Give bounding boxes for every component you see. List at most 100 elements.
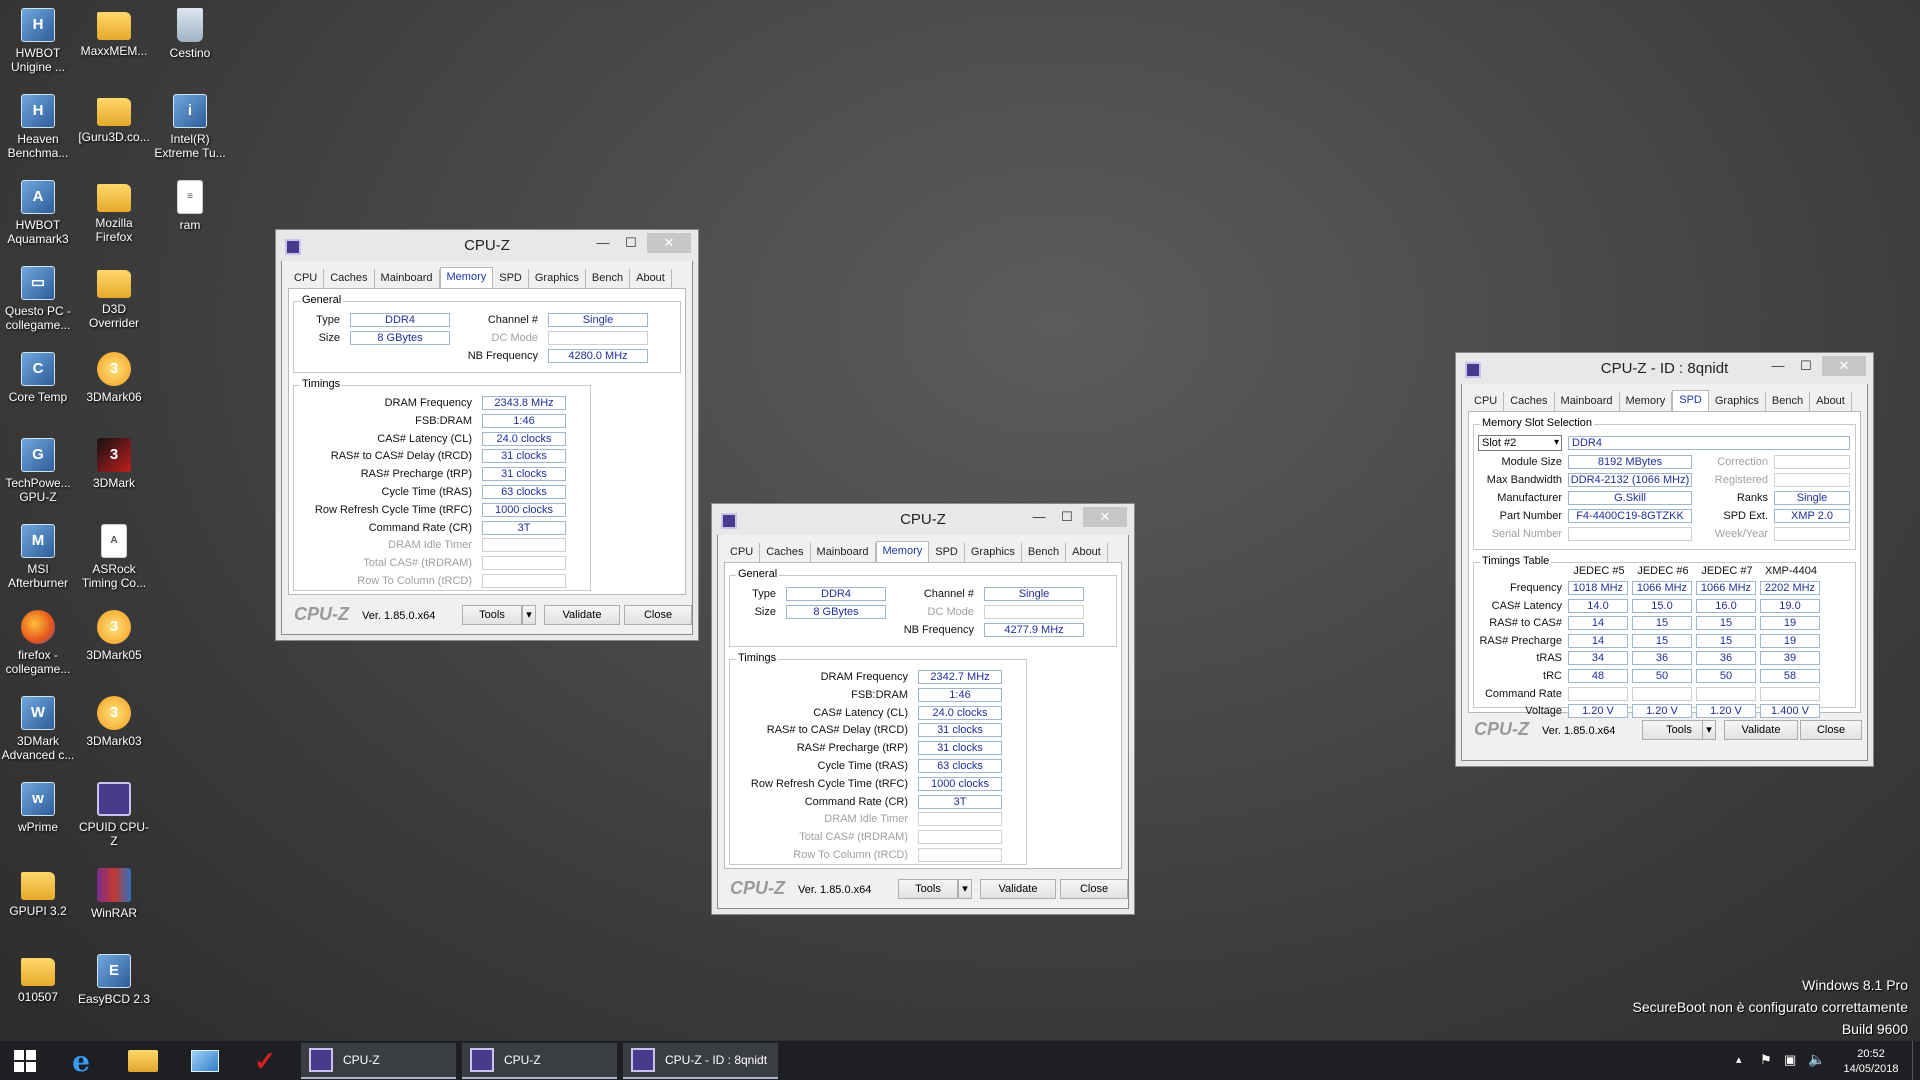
internet-explorer-icon[interactable]: e bbox=[56, 1041, 106, 1080]
desktop-icon[interactable]: firefox - collegame... bbox=[0, 604, 76, 688]
desktop-icon[interactable]: 3 3DMark03 bbox=[76, 690, 152, 774]
title-bar[interactable]: CPU-Z — ☐ ✕ bbox=[713, 505, 1133, 535]
task-cpuz-1[interactable]: CPU-Z bbox=[301, 1043, 456, 1079]
desktop-icon[interactable]: ≡ ram bbox=[152, 174, 228, 258]
slot-select[interactable]: Slot #2 bbox=[1478, 435, 1562, 451]
task-cpuz-2[interactable]: CPU-Z bbox=[462, 1043, 617, 1079]
validate-button[interactable]: Validate bbox=[544, 605, 620, 625]
close-button[interactable]: Close bbox=[624, 605, 692, 625]
desktop-icon[interactable]: 010507 bbox=[0, 948, 76, 1032]
desktop-icon[interactable]: Mozilla Firefox bbox=[76, 174, 152, 258]
tab-mainboard[interactable]: Mainboard bbox=[375, 269, 440, 289]
desktop-icon-label: MSI Afterburner bbox=[7, 562, 69, 590]
tools-dropdown-arrow[interactable]: ▾ bbox=[522, 605, 536, 625]
tab-cpu[interactable]: CPU bbox=[724, 543, 761, 563]
3dmark-taskbar-icon[interactable]: ✓ bbox=[240, 1041, 290, 1080]
desktop-icon[interactable]: w wPrime bbox=[0, 776, 76, 860]
tab-about[interactable]: About bbox=[630, 269, 672, 289]
desktop-icon[interactable]: GPUPI 3.2 bbox=[0, 862, 76, 946]
desktop-icon[interactable]: 3 3DMark bbox=[76, 432, 152, 516]
tools-button[interactable]: Tools bbox=[462, 605, 522, 625]
maximize-button[interactable]: ☐ bbox=[1792, 356, 1820, 376]
timing-label: RAS# Precharge (tRP) bbox=[796, 742, 908, 755]
type-label: Type bbox=[316, 314, 340, 326]
cpuz-window-memory-1[interactable]: CPU-Z — ☐ ✕ CPU Caches Mainboard Memory SPD G… bbox=[277, 231, 697, 635]
title-bar[interactable]: CPU-Z — ☐ ✕ bbox=[277, 231, 697, 261]
desktop-icon[interactable]: W 3DMark Advanced c... bbox=[0, 690, 76, 774]
desktop-icon[interactable]: WinRAR bbox=[76, 862, 152, 946]
desktop-icon[interactable]: [Guru3D.co... bbox=[76, 88, 152, 172]
desktop-icon-label: HWBOT Aquamark3 bbox=[7, 218, 69, 246]
desktop-icon[interactable]: M MSI Afterburner bbox=[0, 518, 76, 602]
tab-memory[interactable]: Memory bbox=[875, 541, 930, 563]
tools-button[interactable]: Tools bbox=[898, 879, 958, 899]
tab-cpu[interactable]: CPU bbox=[1468, 392, 1505, 412]
tab-bench[interactable]: Bench bbox=[1766, 392, 1811, 412]
action-center-flag-icon[interactable]: ⚑ bbox=[1760, 1052, 1772, 1068]
start-button[interactable] bbox=[0, 1041, 50, 1080]
tab-mainboard[interactable]: Mainboard bbox=[1555, 392, 1620, 412]
desktop-icon[interactable]: 3 3DMark05 bbox=[76, 604, 152, 688]
timing-label: FSB:DRAM bbox=[851, 688, 908, 701]
desktop-icon[interactable]: MaxxMEM... bbox=[76, 2, 152, 86]
tab-caches[interactable]: Caches bbox=[1504, 392, 1555, 412]
validate-button[interactable]: Validate bbox=[1724, 720, 1798, 740]
show-hidden-icons[interactable]: ▴ bbox=[1736, 1053, 1742, 1066]
desktop-icon[interactable]: A ASRock Timing Co... bbox=[76, 518, 152, 602]
desktop-icon[interactable]: CPUID CPU-Z bbox=[76, 776, 152, 860]
file-explorer-icon[interactable] bbox=[118, 1041, 168, 1080]
validate-button[interactable]: Validate bbox=[980, 879, 1056, 899]
easybcd-icon: E bbox=[97, 954, 131, 988]
tab-cpu[interactable]: CPU bbox=[288, 269, 325, 289]
network-icon[interactable]: ▣ bbox=[1784, 1052, 1796, 1068]
minimize-button[interactable]: — bbox=[1025, 507, 1053, 527]
cpuz-window-spd[interactable]: CPU-Z - ID : 8qnidt — ☐ ✕ CPU Caches Mainb… bbox=[1457, 354, 1872, 761]
desktop-icon[interactable]: i Intel(R) Extreme Tu... bbox=[152, 88, 228, 172]
tab-spd[interactable]: SPD bbox=[929, 543, 965, 563]
desktop-icon-label: 3DMark bbox=[92, 476, 135, 490]
title-bar[interactable]: CPU-Z - ID : 8qnidt — ☐ ✕ bbox=[1457, 354, 1872, 384]
maximize-button[interactable]: ☐ bbox=[617, 233, 645, 253]
close-window-button[interactable]: ✕ bbox=[647, 233, 691, 253]
tab-graphics[interactable]: Graphics bbox=[965, 543, 1022, 563]
tab-caches[interactable]: Caches bbox=[324, 269, 375, 289]
tab-about[interactable]: About bbox=[1810, 392, 1852, 412]
desktop-icon[interactable]: A HWBOT Aquamark3 bbox=[0, 174, 76, 258]
tools-dropdown-arrow[interactable]: ▾ bbox=[958, 879, 972, 899]
desktop-icon[interactable]: H HWBOT Unigine ... bbox=[0, 2, 76, 86]
tab-caches[interactable]: Caches bbox=[760, 543, 811, 563]
close-window-button[interactable]: ✕ bbox=[1822, 356, 1866, 376]
volume-icon[interactable]: 🔈 bbox=[1808, 1051, 1825, 1068]
desktop-icon[interactable]: D3D Overrider bbox=[76, 260, 152, 344]
tab-memory[interactable]: Memory bbox=[439, 267, 494, 289]
minimize-button[interactable]: — bbox=[1764, 356, 1792, 376]
tab-bench[interactable]: Bench bbox=[586, 269, 631, 289]
clock[interactable]: 20:52 14/05/2018 bbox=[1836, 1047, 1906, 1077]
maximize-button[interactable]: ☐ bbox=[1053, 507, 1081, 527]
desktop-icon[interactable]: ▭ Questo PC - collegame... bbox=[0, 260, 76, 344]
show-desktop-button[interactable] bbox=[1912, 1041, 1920, 1080]
desktop-icon[interactable]: Cestino bbox=[152, 2, 228, 86]
close-button[interactable]: Close bbox=[1800, 720, 1862, 740]
tab-spd[interactable]: SPD bbox=[493, 269, 529, 289]
tab-mainboard[interactable]: Mainboard bbox=[811, 543, 876, 563]
tools-dropdown-arrow[interactable]: ▾ bbox=[1702, 720, 1716, 740]
close-button[interactable]: Close bbox=[1060, 879, 1128, 899]
desktop-icon[interactable]: G TechPowe... GPU-Z bbox=[0, 432, 76, 516]
desktop-icon[interactable]: E EasyBCD 2.3 bbox=[76, 948, 152, 1032]
tab-memory[interactable]: Memory bbox=[1620, 392, 1673, 412]
cpuz-window-memory-2[interactable]: CPU-Z — ☐ ✕ CPU Caches Mainboard Memory SPD G… bbox=[713, 505, 1133, 909]
desktop-icon[interactable]: 3 3DMark06 bbox=[76, 346, 152, 430]
minimize-button[interactable]: — bbox=[589, 233, 617, 253]
memory-slot-group: Memory Slot Selection Slot #2 DDR4 Modul… bbox=[1473, 417, 1856, 550]
tab-graphics[interactable]: Graphics bbox=[529, 269, 586, 289]
control-panel-icon[interactable] bbox=[180, 1041, 230, 1080]
tab-spd[interactable]: SPD bbox=[1672, 390, 1709, 412]
close-window-button[interactable]: ✕ bbox=[1083, 507, 1127, 527]
desktop-icon[interactable]: H Heaven Benchma... bbox=[0, 88, 76, 172]
tab-bench[interactable]: Bench bbox=[1022, 543, 1067, 563]
task-cpuz-spd[interactable]: CPU-Z - ID : 8qnidt bbox=[623, 1043, 778, 1079]
desktop-icon[interactable]: C Core Temp bbox=[0, 346, 76, 430]
tab-about[interactable]: About bbox=[1066, 543, 1108, 563]
tab-graphics[interactable]: Graphics bbox=[1709, 392, 1766, 412]
